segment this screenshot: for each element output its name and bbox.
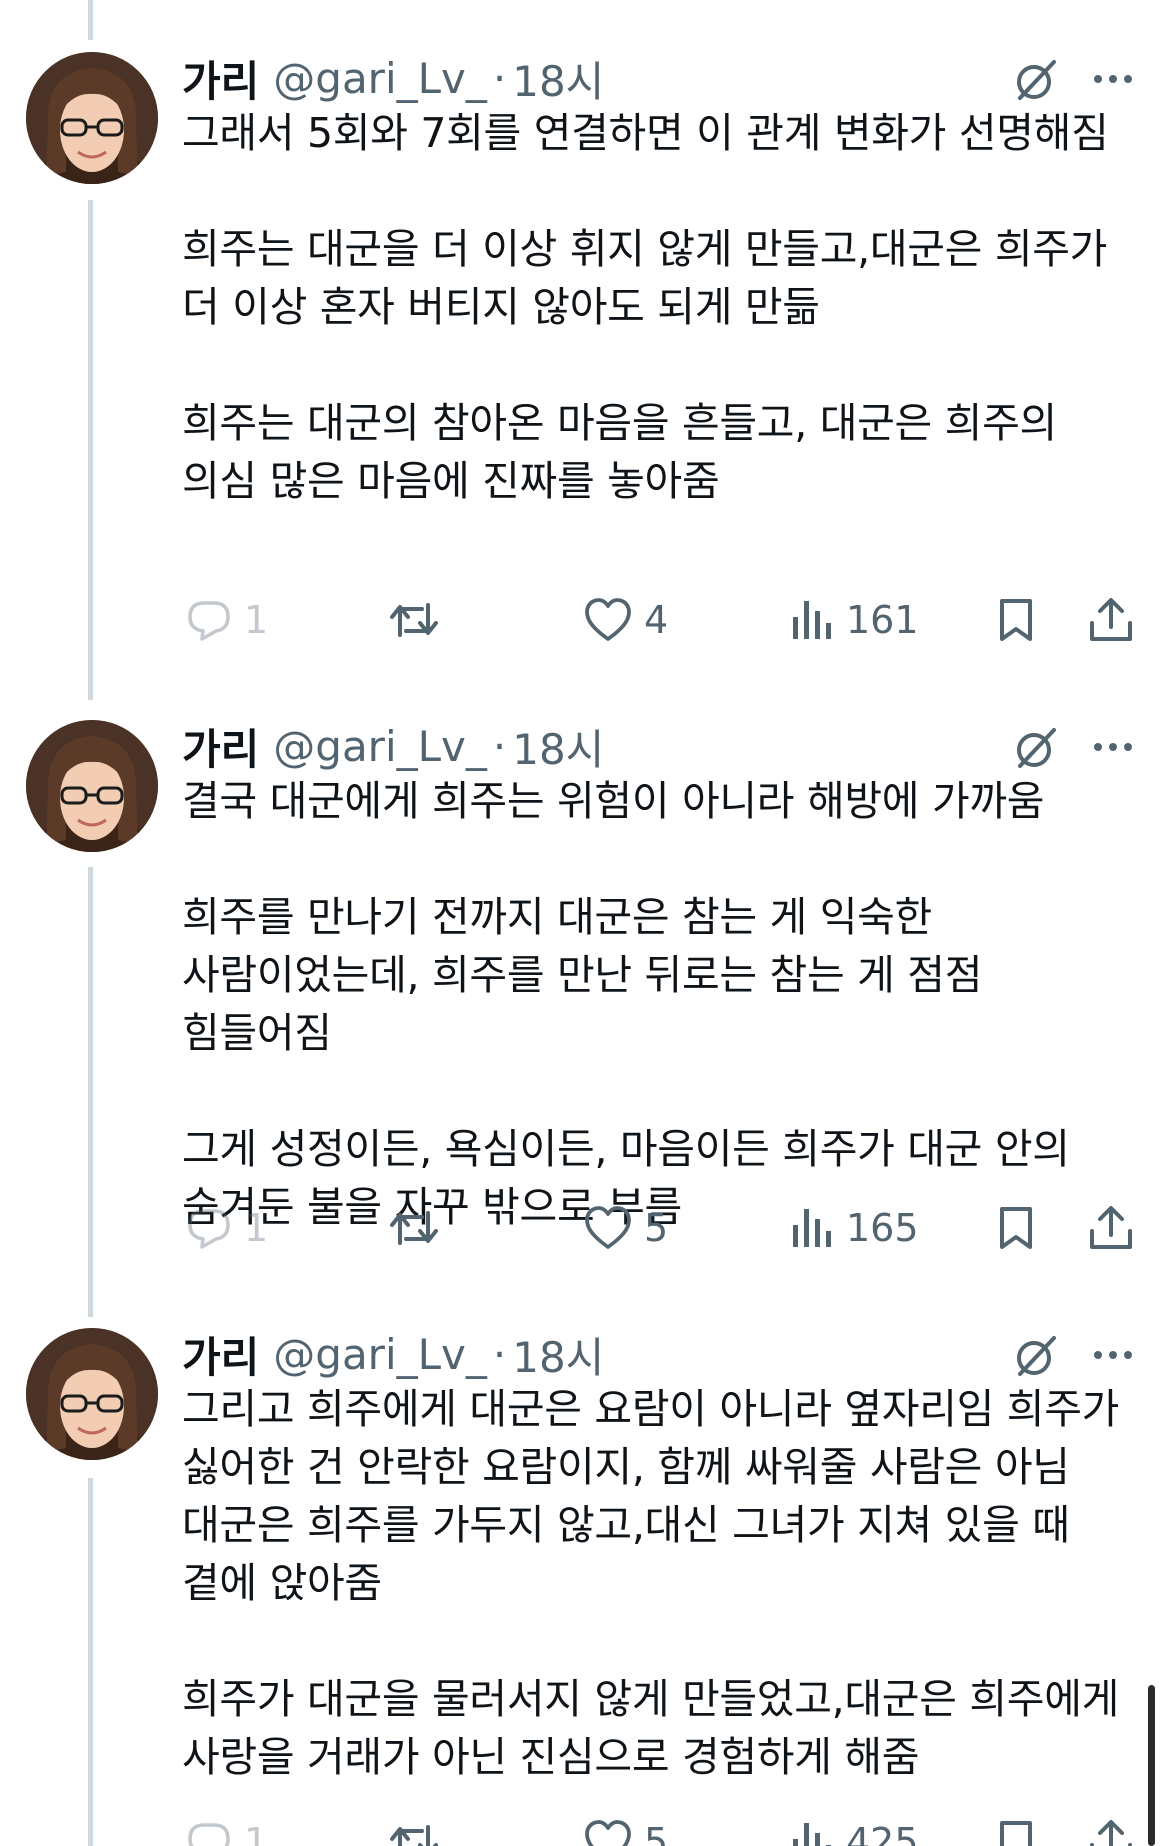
bookmark-button[interactable] (996, 1198, 1036, 1258)
timestamp[interactable]: 18시 (512, 1324, 604, 1385)
grok-icon[interactable] (1012, 724, 1060, 772)
tweet-header: 가리 @gari_Lv_ · 18시 (182, 716, 604, 776)
author-name[interactable]: 가리 (182, 1324, 259, 1385)
bookmark-button[interactable] (996, 1812, 1036, 1846)
repost-icon (388, 1819, 440, 1846)
author-name[interactable]: 가리 (182, 48, 259, 109)
views-count: 161 (846, 598, 919, 642)
bookmark-icon (996, 597, 1036, 643)
tweet-paragraph: 그래서 5회와 7회를 연결하면 이 관계 변화가 선명해짐 (182, 109, 1109, 157)
grok-icon[interactable] (1012, 56, 1060, 104)
like-icon (584, 597, 632, 643)
separator-dot: · (492, 53, 507, 103)
author-handle[interactable]: @gari_Lv_ (273, 1330, 487, 1379)
share-button[interactable] (1088, 590, 1134, 650)
share-icon (1088, 1819, 1134, 1846)
like-count: 5 (644, 1820, 669, 1846)
reply-count: 1 (244, 598, 269, 642)
views-count: 425 (846, 1820, 919, 1846)
tweet-paragraph: 희주를 만나기 전까지 대군은 참는 게 익숙한 사람이었는데, 희주를 만난 … (182, 893, 983, 1057)
tweet-paragraph: 희주는 대군의 참아온 마음을 흔들고, 대군은 희주의 의심 많은 마음에 진… (182, 399, 1057, 505)
bookmark-button[interactable] (996, 590, 1036, 650)
reply-icon (186, 1205, 232, 1251)
repost-button[interactable] (388, 1812, 440, 1846)
tweet-text: 결국 대군에게 희주는 위험이 아니라 해방에 가까움 희주를 만나기 전까지 … (182, 772, 1122, 1236)
like-button[interactable]: 4 (584, 590, 668, 650)
repost-icon (388, 1205, 440, 1251)
avatar[interactable] (26, 720, 158, 852)
action-bar: 1 4 161 (182, 590, 1142, 650)
tweet-paragraph: 희주가 대군을 물러서지 않게 만들었고,대군은 희주에게 사랑을 거래가 아닌… (182, 1675, 1120, 1781)
tweet-text: 그래서 5회와 7회를 연결하면 이 관계 변화가 선명해짐 희주는 대군을 더… (182, 104, 1122, 510)
like-icon (584, 1819, 632, 1846)
views-icon (790, 1819, 834, 1846)
like-count: 4 (644, 598, 669, 642)
reply-button[interactable]: 1 (186, 1812, 268, 1846)
reply-count: 1 (244, 1206, 269, 1250)
views-button[interactable]: 161 (790, 590, 919, 650)
thread: 가리 @gari_Lv_ · 18시 그래서 5회와 7회를 연결하면 이 관계… (0, 0, 1170, 1846)
reply-button[interactable]: 1 (186, 1198, 268, 1258)
thread-line (88, 0, 93, 40)
bookmark-icon (996, 1205, 1036, 1251)
tweet-text: 그리고 희주에게 대군은 요람이 아니라 옆자리임 희주가 싫어한 건 안락한 … (182, 1380, 1122, 1786)
scrollbar[interactable] (1148, 1685, 1155, 1846)
views-button[interactable]: 425 (790, 1812, 919, 1846)
action-bar: 1 5 425 (182, 1812, 1142, 1846)
author-name[interactable]: 가리 (182, 716, 259, 777)
thread-line (88, 200, 93, 700)
reply-count: 1 (244, 1820, 269, 1846)
author-handle[interactable]: @gari_Lv_ (273, 54, 487, 103)
share-icon (1088, 1205, 1134, 1251)
tweet-header: 가리 @gari_Lv_ · 18시 (182, 48, 604, 108)
repost-icon (388, 597, 440, 643)
tweet-paragraph: 그리고 희주에게 대군은 요람이 아니라 옆자리임 희주가 싫어한 건 안락한 … (182, 1385, 1120, 1607)
author-handle[interactable]: @gari_Lv_ (273, 722, 487, 771)
like-icon (584, 1205, 632, 1251)
separator-dot: · (492, 1329, 507, 1379)
reply-button[interactable]: 1 (186, 590, 268, 650)
tweet-paragraph: 결국 대군에게 희주는 위험이 아니라 해방에 가까움 (182, 777, 1045, 825)
grok-icon[interactable] (1012, 1332, 1060, 1380)
tweet-header: 가리 @gari_Lv_ · 18시 (182, 1324, 604, 1384)
like-count: 5 (644, 1206, 669, 1250)
reply-icon (186, 1819, 232, 1846)
more-icon[interactable] (1090, 724, 1136, 770)
share-button[interactable] (1088, 1198, 1134, 1258)
views-count: 165 (846, 1206, 919, 1250)
reply-icon (186, 597, 232, 643)
avatar[interactable] (26, 52, 158, 184)
views-icon (790, 597, 834, 643)
repost-button[interactable] (388, 590, 440, 650)
views-button[interactable]: 165 (790, 1198, 919, 1258)
repost-button[interactable] (388, 1198, 440, 1258)
thread-line (88, 1478, 93, 1846)
avatar[interactable] (26, 1328, 158, 1460)
like-button[interactable]: 5 (584, 1812, 668, 1846)
action-bar: 1 5 165 (182, 1198, 1142, 1258)
views-icon (790, 1205, 834, 1251)
share-button[interactable] (1088, 1812, 1134, 1846)
separator-dot: · (492, 721, 507, 771)
timestamp[interactable]: 18시 (512, 48, 604, 109)
tweet-paragraph: 희주는 대군을 더 이상 휘지 않게 만들고,대군은 희주가 더 이상 혼자 버… (182, 225, 1108, 331)
share-icon (1088, 597, 1134, 643)
more-icon[interactable] (1090, 56, 1136, 102)
thread-line (88, 867, 93, 1317)
bookmark-icon (996, 1819, 1036, 1846)
timestamp[interactable]: 18시 (512, 716, 604, 777)
more-icon[interactable] (1090, 1332, 1136, 1378)
like-button[interactable]: 5 (584, 1198, 668, 1258)
